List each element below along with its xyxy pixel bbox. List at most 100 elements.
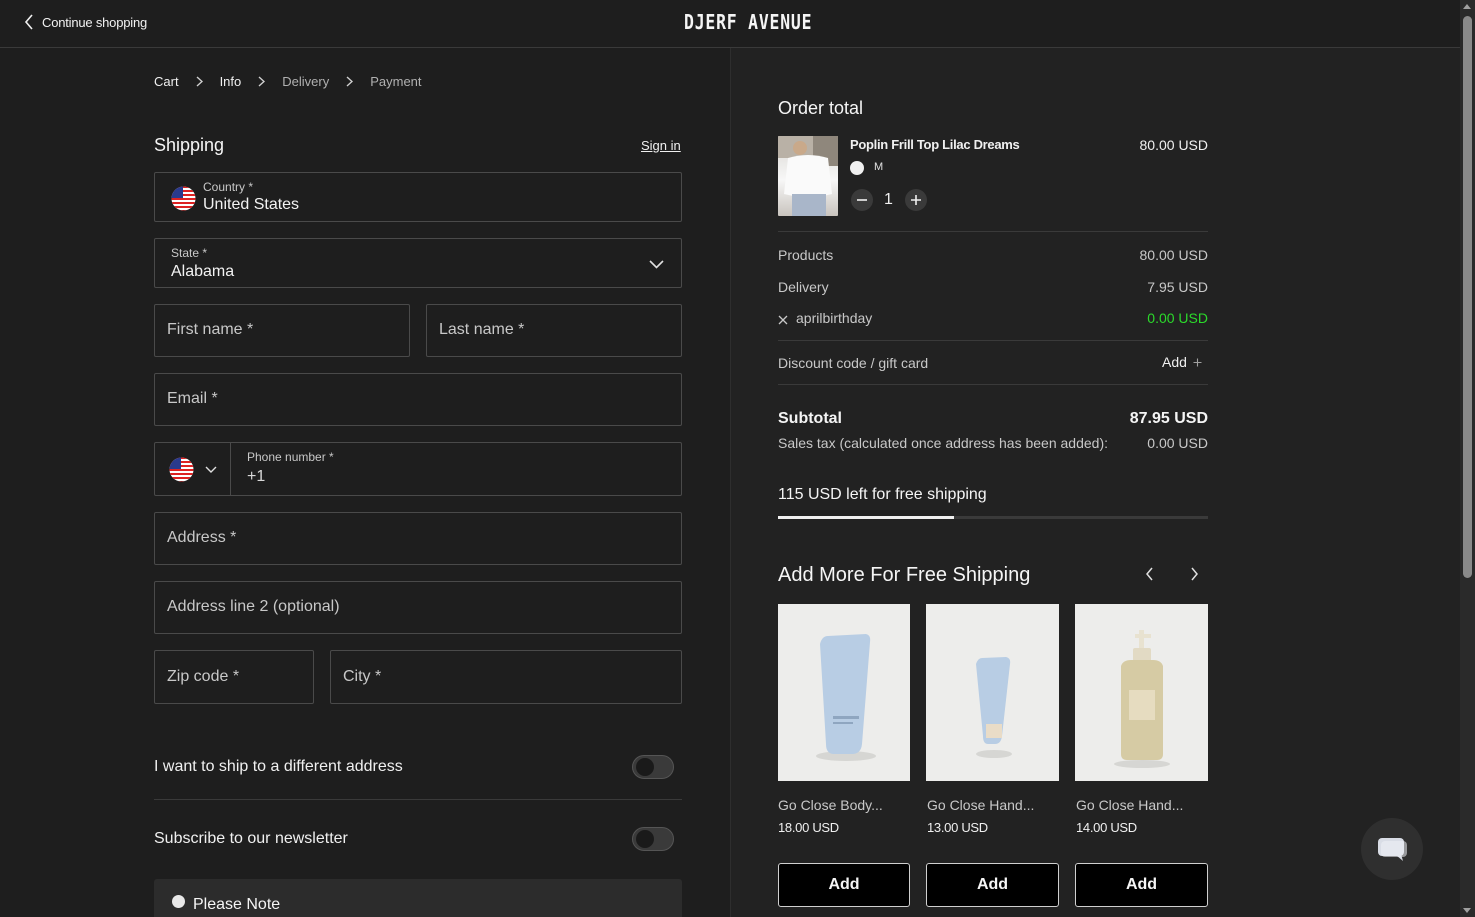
ship-different-row: I want to ship to a different address	[154, 755, 682, 779]
first-name-placeholder: First name *	[167, 321, 254, 338]
city-field[interactable]: City *	[330, 650, 682, 704]
chevron-left-icon	[1146, 567, 1153, 581]
upsell-product-name[interactable]: Go Close Hand...	[1076, 797, 1183, 813]
phone-value: +1	[247, 468, 266, 485]
divider	[778, 384, 1208, 385]
discount-gift-card-label: Discount code / gift card	[778, 355, 929, 371]
brand-logo[interactable]: DJERF AVENUE	[684, 10, 812, 34]
sales-tax-value: 0.00 USD	[1147, 435, 1208, 451]
breadcrumb-info[interactable]: Info	[220, 74, 242, 89]
size-dot-icon	[850, 161, 864, 175]
quantity-decrease-button[interactable]	[851, 189, 873, 211]
add-to-cart-button[interactable]: Add	[926, 863, 1059, 907]
quantity-increase-button[interactable]	[905, 189, 927, 211]
us-flag-icon	[171, 186, 196, 211]
chevron-right-icon	[196, 76, 203, 87]
remove-code-button[interactable]	[778, 312, 788, 330]
breadcrumb-cart[interactable]: Cart	[154, 74, 179, 89]
ship-different-toggle[interactable]	[632, 755, 674, 779]
products-label: Products	[778, 247, 834, 263]
plus-icon	[911, 195, 921, 205]
address-field[interactable]: Address *	[154, 512, 682, 565]
product-name: Poplin Frill Top Lilac Dreams	[850, 137, 1020, 152]
product-size: M	[874, 161, 884, 173]
divider	[154, 799, 682, 800]
chat-button[interactable]	[1361, 818, 1423, 880]
chevron-right-icon	[258, 76, 266, 87]
country-label: Country *	[203, 180, 254, 194]
phone-country-select[interactable]	[155, 443, 231, 495]
free-shipping-progress-fill	[778, 516, 954, 519]
top-bar: Continue shopping DJERF AVENUE	[0, 0, 1460, 48]
carousel-next-button[interactable]	[1190, 567, 1199, 586]
country-value: United States	[203, 196, 300, 213]
phone-field[interactable]: Phone number * +1	[154, 442, 682, 496]
chevron-right-icon	[346, 76, 354, 87]
divider	[778, 340, 1208, 341]
upsell-product-image[interactable]	[926, 604, 1059, 781]
discount-code-applied: aprilbirthday	[796, 310, 873, 326]
close-icon	[778, 315, 788, 325]
discount-code-value: 0.00 USD	[1147, 310, 1208, 326]
newsletter-toggle[interactable]	[632, 827, 674, 851]
upsell-title: Add More For Free Shipping	[778, 564, 1031, 586]
address-line-2-placeholder: Address line 2 (optional)	[167, 598, 340, 615]
add-to-cart-button[interactable]: Add	[778, 863, 910, 907]
last-name-field[interactable]: Last name *	[426, 304, 682, 357]
breadcrumb-payment: Payment	[370, 74, 422, 89]
us-flag-icon	[169, 457, 194, 482]
country-select[interactable]: Country * United States	[154, 172, 682, 222]
state-value: Alabama	[171, 263, 235, 280]
breadcrumb-delivery: Delivery	[282, 74, 330, 89]
phone-label: Phone number *	[247, 450, 334, 464]
address-placeholder: Address *	[167, 529, 237, 546]
last-name-placeholder: Last name *	[439, 321, 525, 338]
scroll-up-arrow-icon[interactable]	[1463, 4, 1471, 9]
upsell-product-name[interactable]: Go Close Hand...	[927, 797, 1034, 813]
scroll-down-arrow-icon[interactable]	[1463, 908, 1471, 913]
breadcrumb: Cart Info Delivery Payment	[154, 74, 422, 89]
newsletter-label: Subscribe to our newsletter	[154, 830, 348, 847]
order-summary-panel	[730, 48, 1460, 917]
product-thumbnail	[778, 136, 838, 216]
divider	[778, 231, 1208, 232]
shipping-title: Shipping	[154, 135, 225, 155]
plus-icon	[1193, 358, 1202, 366]
product-price: 80.00 USD	[1139, 137, 1208, 153]
products-value: 80.00 USD	[1139, 247, 1208, 263]
subtotal-label: Subtotal	[778, 410, 842, 427]
chevron-left-icon	[24, 14, 33, 30]
add-to-cart-button[interactable]: Add	[1075, 863, 1208, 907]
scrollbar-thumb[interactable]	[1463, 16, 1472, 578]
email-field[interactable]: Email *	[154, 373, 682, 426]
minus-icon	[857, 199, 867, 201]
continue-shopping-label: Continue shopping	[42, 14, 148, 30]
subtotal-value: 87.95 USD	[1129, 410, 1208, 427]
upsell-product-image[interactable]	[1075, 604, 1208, 781]
zip-code-field[interactable]: Zip code *	[154, 650, 314, 704]
address-line-2-field[interactable]: Address line 2 (optional)	[154, 581, 682, 634]
first-name-field[interactable]: First name *	[154, 304, 410, 357]
upsell-product-price: 13.00 USD	[927, 820, 988, 835]
upsell-product-price: 14.00 USD	[1076, 820, 1137, 835]
upsell-product-name[interactable]: Go Close Body...	[778, 797, 883, 813]
continue-shopping-link[interactable]: Continue shopping	[24, 14, 147, 30]
state-select[interactable]: State * Alabama	[154, 238, 682, 288]
order-total-title: Order total	[778, 98, 864, 118]
chat-bubble-icon	[1378, 838, 1407, 861]
state-label: State *	[171, 246, 208, 260]
city-placeholder: City *	[343, 668, 382, 685]
quantity-value: 1	[884, 191, 893, 208]
delivery-label: Delivery	[778, 279, 829, 295]
page-scrollbar[interactable]	[1460, 0, 1475, 917]
ship-different-label: I want to ship to a different address	[154, 758, 403, 775]
chevron-down-icon	[205, 466, 217, 473]
chevron-down-icon	[649, 260, 664, 269]
carousel-prev-button[interactable]	[1145, 567, 1154, 586]
delivery-value: 7.95 USD	[1147, 279, 1208, 295]
upsell-product-image[interactable]	[778, 604, 910, 781]
add-discount-button[interactable]: Add	[1162, 354, 1202, 370]
sign-in-link[interactable]: Sign in	[641, 138, 681, 153]
upsell-product-price: 18.00 USD	[778, 820, 839, 835]
zip-code-placeholder: Zip code *	[167, 668, 240, 685]
